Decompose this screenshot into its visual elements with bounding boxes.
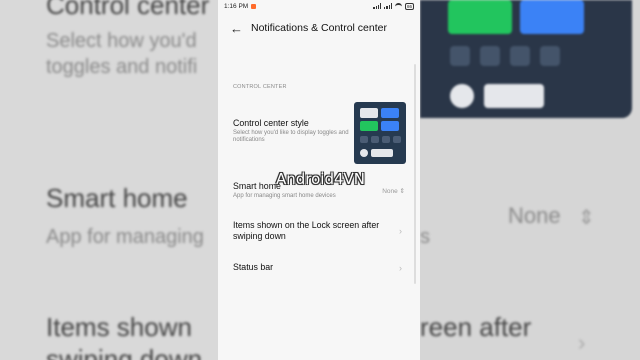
page-header: ← Notifications & Control center xyxy=(218,12,420,44)
bg-updown-icon: ⇕ xyxy=(578,207,595,229)
section-label: CONTROL CENTER xyxy=(233,84,287,90)
wifi-icon xyxy=(394,2,402,10)
watermark-text: Android4VN xyxy=(276,170,366,188)
status-time: 1:16 PM xyxy=(224,2,249,10)
bg-control-panel-preview xyxy=(420,0,632,118)
row-subtitle: App for managing smart home devices xyxy=(233,193,336,199)
bg-right-sub: s xyxy=(420,226,430,248)
status-bar-row[interactable]: Status bar › xyxy=(233,262,406,274)
bg-none-value: None xyxy=(508,203,561,228)
bg-right-items: reen after xyxy=(420,312,532,342)
app-notification-icon xyxy=(251,3,257,9)
bg-swiping: swiping down xyxy=(46,344,203,360)
row-title: Control center style xyxy=(233,118,309,128)
chevron-right-icon: › xyxy=(399,226,402,236)
bg-items-shown: Items shown xyxy=(46,312,192,342)
row-subtitle: Select how you'd like to display toggles… xyxy=(233,130,349,143)
bg-title: Control center xyxy=(46,0,210,20)
signal-icon xyxy=(373,3,382,9)
page-title: Notifications & Control center xyxy=(251,22,387,34)
smart-home-value[interactable]: None ⇕ xyxy=(382,187,405,195)
bg-smart-home: Smart home xyxy=(46,183,188,213)
row-title: Status bar xyxy=(233,262,274,272)
row-title: Items shown on the Lock screen after swi… xyxy=(233,220,380,241)
control-center-style-thumbnail[interactable] xyxy=(354,102,406,164)
bg-subtitle-2: toggles and notifi xyxy=(46,56,198,78)
back-arrow-icon[interactable]: ← xyxy=(230,22,243,35)
updown-icon: ⇕ xyxy=(399,188,405,195)
control-center-style-row[interactable]: Control center style Select how you'd li… xyxy=(233,118,350,144)
background-left: Control center Select how you'd toggles … xyxy=(0,0,218,360)
status-bar: 1:16 PM 86 xyxy=(218,0,420,12)
chevron-right-icon: › xyxy=(399,263,402,273)
signal-2-icon xyxy=(384,3,392,9)
bg-subtitle-1: Select how you'd xyxy=(46,30,197,52)
battery-icon: 86 xyxy=(404,2,414,10)
bg-smart-home-sub: App for managing xyxy=(46,226,204,248)
scrollbar[interactable] xyxy=(414,64,416,284)
bg-chevron-icon: › xyxy=(578,330,586,355)
smart-home-value-text: None xyxy=(382,188,398,195)
background-right: None ⇕ s reen after › xyxy=(420,0,640,360)
lock-screen-items-row[interactable]: Items shown on the Lock screen after swi… xyxy=(233,220,406,242)
